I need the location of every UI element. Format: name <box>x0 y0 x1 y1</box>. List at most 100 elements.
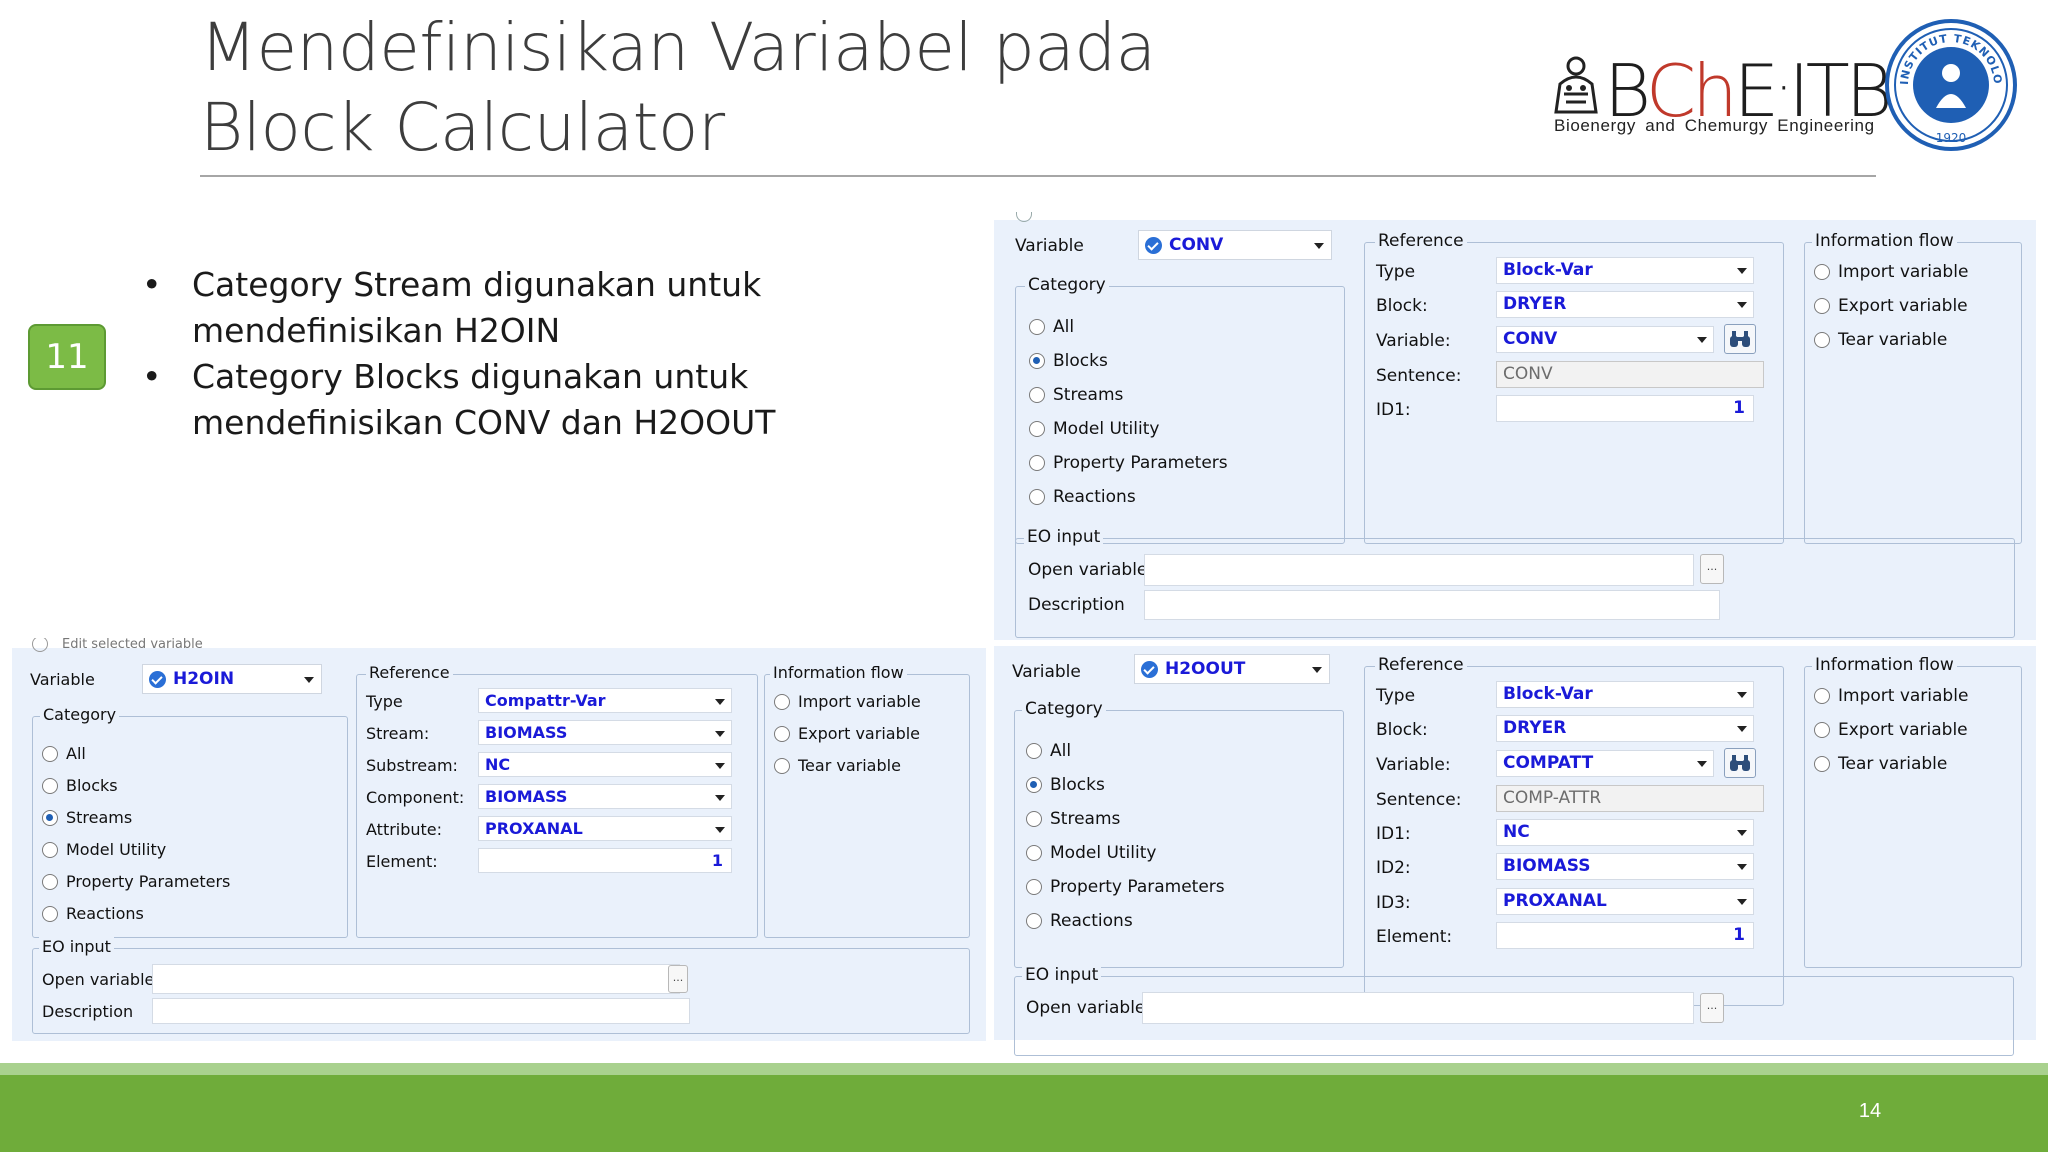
export-variable-radio[interactable]: Export variable <box>1814 296 1968 316</box>
substream-dropdown[interactable]: NC <box>478 752 732 777</box>
variable-name-dropdown[interactable]: CONV <box>1138 230 1332 260</box>
variable-field-value: COMPATT <box>1503 753 1594 773</box>
variable-field-dropdown[interactable]: CONV <box>1496 326 1714 353</box>
category-radio-reactions[interactable]: Reactions <box>42 904 144 923</box>
radio-label: All <box>66 744 86 763</box>
import-variable-radio[interactable]: Import variable <box>1814 262 1968 282</box>
description-input[interactable] <box>1144 590 1720 620</box>
export-variable-radio[interactable]: Export variable <box>774 724 920 743</box>
radio-label: Model Utility <box>1053 419 1160 439</box>
variable-field-dropdown[interactable]: COMPATT <box>1496 750 1714 777</box>
open-variable-input[interactable] <box>152 964 680 994</box>
attribute-dropdown[interactable]: PROXANAL <box>478 816 732 841</box>
category-radio-reactions[interactable]: Reactions <box>1026 911 1133 931</box>
category-radio-reactions[interactable]: Reactions <box>1029 487 1136 507</box>
chevron-down-icon <box>1737 864 1747 870</box>
category-radio-property-parameters[interactable]: Property Parameters <box>1029 453 1228 473</box>
block-dropdown[interactable]: DRYER <box>1496 291 1754 318</box>
radio-selected-icon <box>1029 353 1045 369</box>
attribute-label: Attribute: <box>366 820 443 839</box>
type-dropdown[interactable]: Compattr-Var <box>478 688 732 713</box>
bullet-list: Category Stream digunakan untuk mendefin… <box>140 262 960 446</box>
variable-name-dropdown[interactable]: H2OOUT <box>1134 654 1330 684</box>
open-variable-browse-button[interactable]: ... <box>668 965 688 993</box>
radio-label: Streams <box>66 808 133 827</box>
chevron-down-icon <box>715 795 725 801</box>
find-button[interactable] <box>1724 748 1756 778</box>
radio-icon <box>1026 743 1042 759</box>
category-radio-model-utility[interactable]: Model Utility <box>42 840 166 859</box>
radio-label: All <box>1050 741 1072 761</box>
open-variable-input[interactable] <box>1142 992 1694 1024</box>
chevron-down-icon <box>715 827 725 833</box>
category-radio-streams[interactable]: Streams <box>42 808 132 827</box>
category-radio-blocks[interactable]: Blocks <box>1026 775 1105 795</box>
variable-name-dropdown[interactable]: H2OIN <box>142 664 322 694</box>
radio-icon <box>1814 298 1830 314</box>
tear-variable-radio[interactable]: Tear variable <box>1814 754 1947 774</box>
radio-label: Model Utility <box>66 840 167 859</box>
open-variable-input[interactable] <box>1144 554 1694 586</box>
eo-input-group-title: EO input <box>1024 527 1104 547</box>
radio-icon <box>42 777 58 794</box>
radio-icon <box>1814 332 1830 348</box>
description-label: Description <box>1028 595 1125 615</box>
binoculars-icon <box>1730 755 1750 771</box>
type-dropdown[interactable]: Block-Var <box>1496 257 1754 284</box>
check-circle-icon <box>1145 237 1162 254</box>
category-radio-blocks[interactable]: Blocks <box>1029 351 1108 371</box>
category-radio-property-parameters[interactable]: Property Parameters <box>42 872 230 891</box>
reference-group-title: Reference <box>366 663 453 682</box>
category-radio-all[interactable]: All <box>42 744 86 763</box>
element-input[interactable]: 1 <box>478 848 732 873</box>
type-value: Compattr-Var <box>485 691 606 710</box>
category-radio-model-utility[interactable]: Model Utility <box>1026 843 1156 863</box>
info-flow-group <box>1804 666 2022 968</box>
radio-label: Reactions <box>1050 911 1133 931</box>
radio-label: Export variable <box>1838 720 1968 740</box>
import-variable-radio[interactable]: Import variable <box>1814 686 1968 706</box>
category-radio-property-parameters[interactable]: Property Parameters <box>1026 877 1225 897</box>
description-input[interactable] <box>152 998 690 1024</box>
category-radio-blocks[interactable]: Blocks <box>42 776 118 795</box>
id2-value: BIOMASS <box>1503 856 1591 876</box>
category-radio-all[interactable]: All <box>1026 741 1071 761</box>
radio-label: Tear variable <box>1838 754 1948 774</box>
block-dropdown[interactable]: DRYER <box>1496 715 1754 742</box>
logo-dot: · <box>1775 56 1792 119</box>
eo-input-group-title: EO input <box>1022 965 1102 985</box>
tear-variable-radio[interactable]: Tear variable <box>1814 330 1947 350</box>
type-dropdown[interactable]: Block-Var <box>1496 681 1754 708</box>
id1-input[interactable]: 1 <box>1496 395 1754 422</box>
chevron-down-icon <box>1314 243 1324 249</box>
import-variable-radio[interactable]: Import variable <box>774 692 921 711</box>
radio-label: Export variable <box>798 724 921 743</box>
open-variable-browse-button[interactable]: ... <box>1700 993 1724 1023</box>
id2-dropdown[interactable]: BIOMASS <box>1496 853 1754 880</box>
tear-variable-radio[interactable]: Tear variable <box>774 756 901 775</box>
reference-group-title: Reference <box>1375 655 1467 675</box>
stream-dropdown[interactable]: BIOMASS <box>478 720 732 745</box>
substream-label: Substream: <box>366 756 458 775</box>
component-dropdown[interactable]: BIOMASS <box>478 784 732 809</box>
category-radio-streams[interactable]: Streams <box>1026 809 1120 829</box>
radio-label: Streams <box>1053 385 1124 405</box>
category-radio-model-utility[interactable]: Model Utility <box>1029 419 1159 439</box>
variable-name-value: CONV <box>1169 235 1224 255</box>
radio-icon <box>774 725 790 742</box>
category-radio-all[interactable]: All <box>1029 317 1074 337</box>
chevron-down-icon <box>1737 899 1747 905</box>
sentence-field: COMP-ATTR <box>1496 785 1764 812</box>
chevron-down-icon <box>1737 268 1747 274</box>
find-button[interactable] <box>1724 324 1756 354</box>
id1-value: NC <box>1503 822 1530 842</box>
open-variable-browse-button[interactable]: ... <box>1700 554 1724 584</box>
info-flow-group-title: Information flow <box>770 663 907 682</box>
category-radio-streams[interactable]: Streams <box>1029 385 1123 405</box>
radio-icon <box>774 757 790 774</box>
element-input[interactable]: 1 <box>1496 922 1754 949</box>
export-variable-radio[interactable]: Export variable <box>1814 720 1968 740</box>
id3-dropdown[interactable]: PROXANAL <box>1496 888 1754 915</box>
id1-dropdown[interactable]: NC <box>1496 819 1754 846</box>
id1-label: ID1: <box>1376 400 1411 420</box>
